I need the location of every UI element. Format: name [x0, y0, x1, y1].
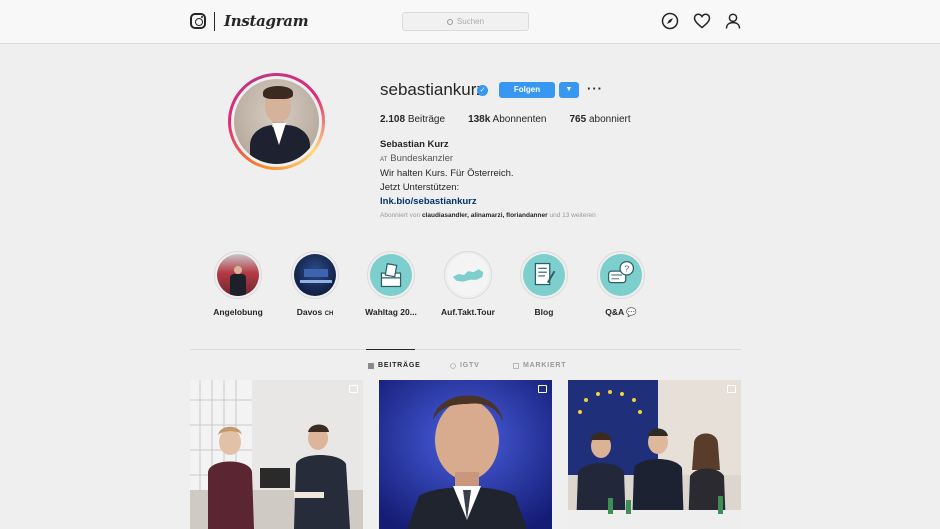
- highlight-davos[interactable]: AngelobungDavos CH: [280, 251, 350, 317]
- post-thumbnail[interactable]: [568, 380, 741, 529]
- highlight-label: Davos: [296, 307, 323, 317]
- followed-by-text[interactable]: Abonniert von claudiasandler, alinamarzi…: [380, 212, 596, 219]
- highlight-wahltag[interactable]: Wahltag 20...: [356, 251, 426, 317]
- multi-photo-icon: [349, 385, 358, 393]
- verified-badge-icon: ✓: [477, 85, 488, 96]
- highlight-label: Q&A: [605, 307, 624, 317]
- tab-tagged[interactable]: MARKIERT: [513, 362, 566, 369]
- svg-text:?: ?: [624, 264, 629, 274]
- heart-activity-icon[interactable]: [693, 12, 711, 30]
- more-options-icon[interactable]: ···: [587, 81, 603, 96]
- grid-icon: [368, 362, 374, 369]
- instagram-camera-icon[interactable]: [190, 13, 206, 29]
- top-navigation-bar: Instagram Suchen: [0, 0, 940, 44]
- search-input[interactable]: Suchen: [402, 12, 529, 31]
- country-flag-text: CH: [324, 311, 334, 317]
- bio-line: Wir halten Kurs. Für Österreich.: [380, 168, 514, 179]
- post-image-eu-meeting: [568, 380, 741, 529]
- profile-username: sebastiankurz: [380, 80, 485, 99]
- profile-bio: Sebastian Kurz AT Bundeskanzler Wir halte…: [380, 138, 514, 209]
- follow-button[interactable]: Folgen: [499, 82, 555, 98]
- bio-line: Jetzt Unterstützen:: [380, 182, 460, 193]
- highlight-blog[interactable]: Blog: [509, 251, 579, 317]
- highlight-angelobung[interactable]: Angelobung: [203, 251, 273, 317]
- post-thumbnail[interactable]: [190, 380, 363, 529]
- search-placeholder: Suchen: [456, 17, 485, 26]
- highlight-auftakttour[interactable]: Auf.Takt.Tour: [433, 251, 503, 317]
- logo-divider: [214, 12, 215, 31]
- tab-igtv[interactable]: IGTV: [450, 362, 480, 369]
- speech-bubble-icon: 💬: [626, 307, 637, 317]
- austria-map-icon: [447, 254, 489, 296]
- post-thumbnail[interactable]: [379, 380, 552, 529]
- following-stat[interactable]: 765 abonniert: [570, 114, 631, 125]
- multi-photo-icon: [727, 385, 736, 393]
- suggestions-dropdown-button[interactable]: ▼: [559, 82, 579, 98]
- profile-stats: 2.108 Beiträge 138k Abonnenten 765 abonn…: [380, 114, 631, 125]
- profile-full-name: Sebastian Kurz: [380, 139, 449, 150]
- profile-user-icon[interactable]: [724, 12, 742, 30]
- active-tab-indicator: [366, 349, 415, 350]
- profile-category: AT Bundeskanzler: [380, 153, 454, 164]
- ceremony-photo: [217, 254, 259, 296]
- video-camera-icon: [538, 385, 547, 393]
- post-image-interview: [379, 380, 552, 529]
- instagram-wordmark[interactable]: Instagram: [224, 12, 309, 30]
- profile-avatar-story-ring[interactable]: [228, 73, 325, 170]
- posts-stat: 2.108 Beiträge: [380, 114, 446, 125]
- post-image-meeting: [190, 380, 363, 529]
- tabs-divider: [190, 349, 741, 350]
- tag-icon: [513, 362, 519, 369]
- bio-link[interactable]: lnk.bio/sebastiankurz: [380, 195, 514, 209]
- document-pen-icon: [523, 254, 565, 296]
- igtv-icon: [450, 362, 456, 369]
- tab-posts[interactable]: BEITRÄGE: [368, 362, 421, 369]
- search-icon: [446, 18, 453, 25]
- ballot-box-icon: [370, 254, 412, 296]
- chat-bubbles-icon: ?: [600, 254, 642, 296]
- explore-compass-icon[interactable]: [661, 12, 679, 30]
- conference-photo: [294, 254, 336, 296]
- followers-stat[interactable]: 138k Abonnenten: [468, 114, 546, 125]
- highlight-qa[interactable]: ? Q&A 💬: [586, 251, 656, 318]
- avatar: [234, 79, 319, 164]
